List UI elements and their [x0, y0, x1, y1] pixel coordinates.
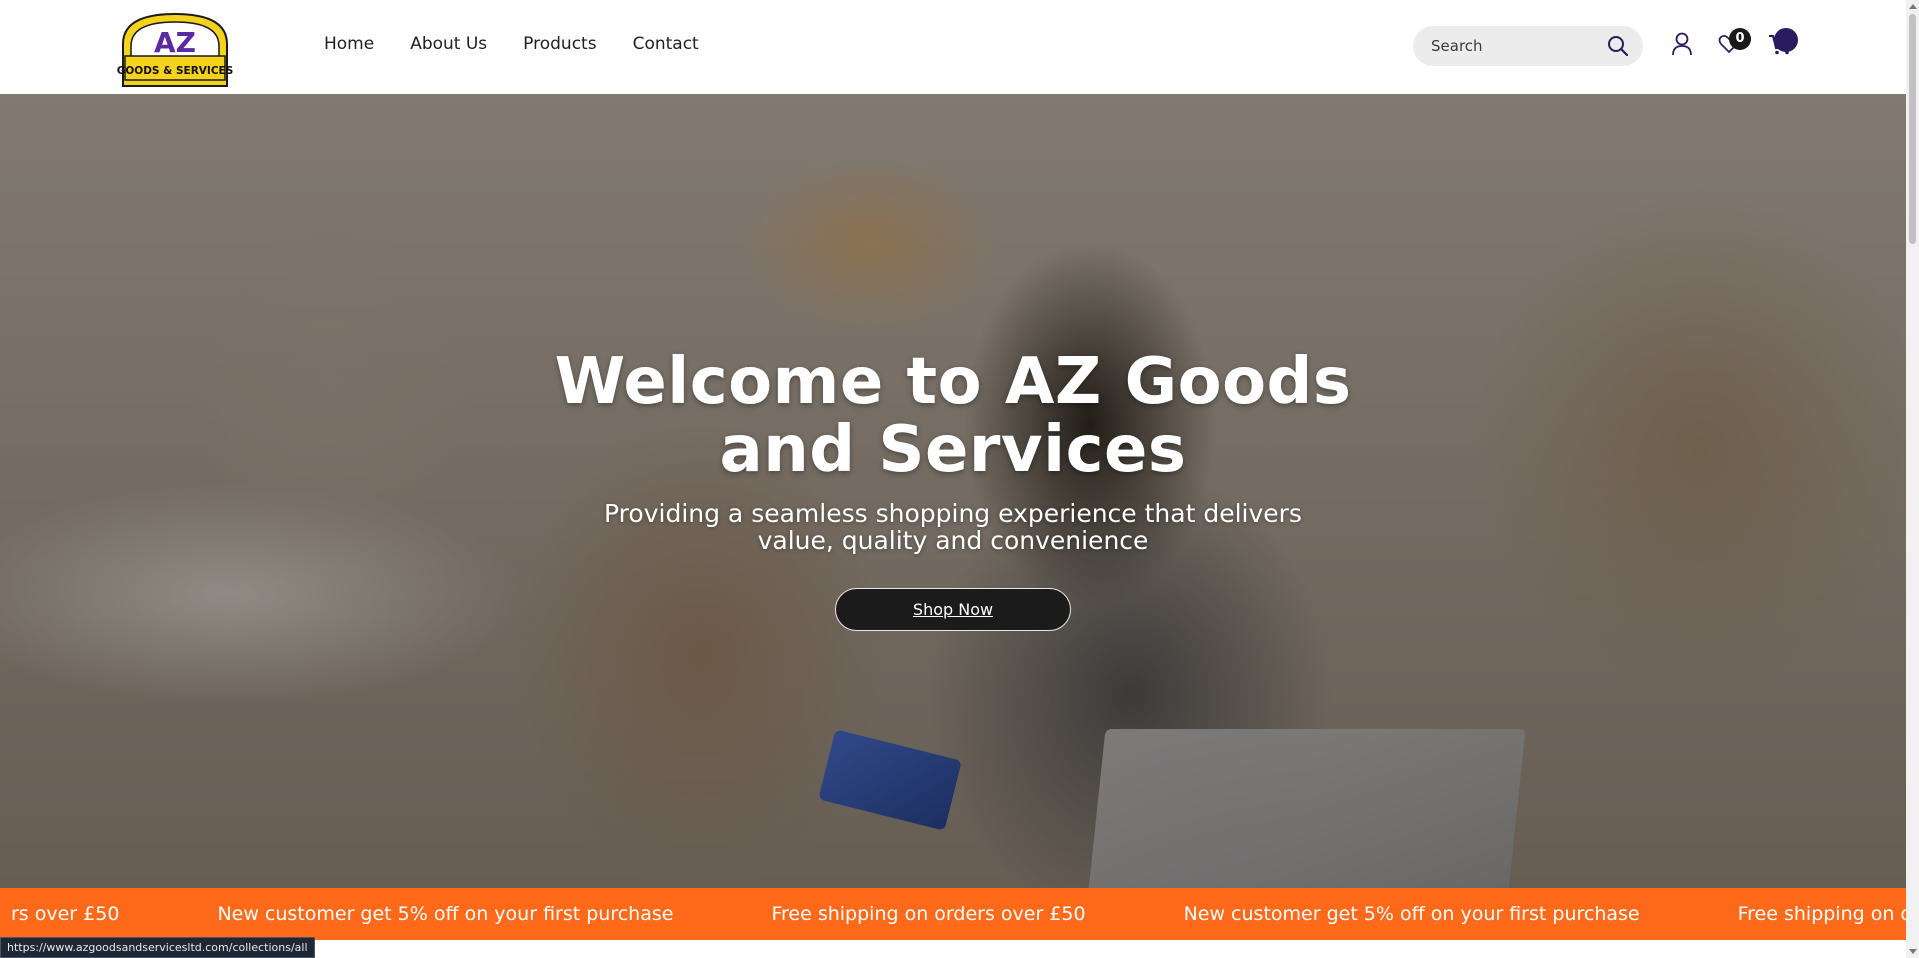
- site-header: AZ GOODS & SERVICES Home About Us Produc…: [0, 0, 1906, 94]
- search-box: [1413, 26, 1643, 66]
- hero-banner: Welcome to AZ Goods and Services Providi…: [0, 94, 1906, 888]
- ticker-item: New customer get 5% off on your first pu…: [1183, 903, 1640, 925]
- hero-overlay: [0, 94, 1906, 888]
- hero-subtitle-line-2: value, quality and convenience: [757, 526, 1149, 555]
- hero-subtitle-line-1: Providing a seamless shopping experience…: [604, 499, 1302, 528]
- link-status-bar: https://www.azgoodsandservicesltd.com/co…: [0, 937, 315, 958]
- hero-title-line-2: and Services: [719, 413, 1187, 487]
- wishlist-count-badge: 0: [1729, 28, 1751, 50]
- ticker-track: rs over £50 New customer get 5% off on y…: [0, 888, 1906, 940]
- ticker-item: Free shipping on orders over £: [1737, 903, 1906, 925]
- site-logo[interactable]: AZ GOODS & SERVICES: [117, 10, 233, 88]
- ticker-item: rs over £50: [11, 903, 120, 925]
- nav-about-us[interactable]: About Us: [410, 34, 487, 54]
- scroll-up-arrow-icon[interactable]: [1909, 4, 1917, 9]
- main-nav: Home About Us Products Contact: [324, 34, 735, 54]
- cart-count-badge: [1774, 28, 1798, 52]
- hero-title-line-1: Welcome to AZ Goods: [554, 345, 1352, 419]
- page: AZ GOODS & SERVICES Home About Us Produc…: [0, 0, 1919, 958]
- scrollbar-thumb[interactable]: [1909, 14, 1916, 244]
- hero-subtitle: Providing a seamless shopping experience…: [0, 500, 1906, 554]
- user-icon[interactable]: [1671, 32, 1693, 60]
- ticker-item: Free shipping on orders over £50: [771, 903, 1086, 925]
- search-input[interactable]: [1431, 37, 1601, 55]
- logo-text-tagline: GOODS & SERVICES: [117, 65, 233, 77]
- logo-text-az: AZ: [154, 26, 196, 59]
- nav-home[interactable]: Home: [324, 34, 374, 54]
- vertical-scrollbar[interactable]: [1906, 0, 1919, 958]
- search-icon[interactable]: [1607, 35, 1629, 61]
- shop-now-button[interactable]: Shop Now: [835, 588, 1071, 631]
- announcement-ticker: rs over £50 New customer get 5% off on y…: [0, 888, 1906, 940]
- scroll-down-arrow-icon[interactable]: [1909, 949, 1917, 954]
- nav-contact[interactable]: Contact: [633, 34, 699, 54]
- nav-products[interactable]: Products: [523, 34, 596, 54]
- hero-title: Welcome to AZ Goods and Services: [0, 348, 1906, 484]
- ticker-item: New customer get 5% off on your first pu…: [217, 903, 674, 925]
